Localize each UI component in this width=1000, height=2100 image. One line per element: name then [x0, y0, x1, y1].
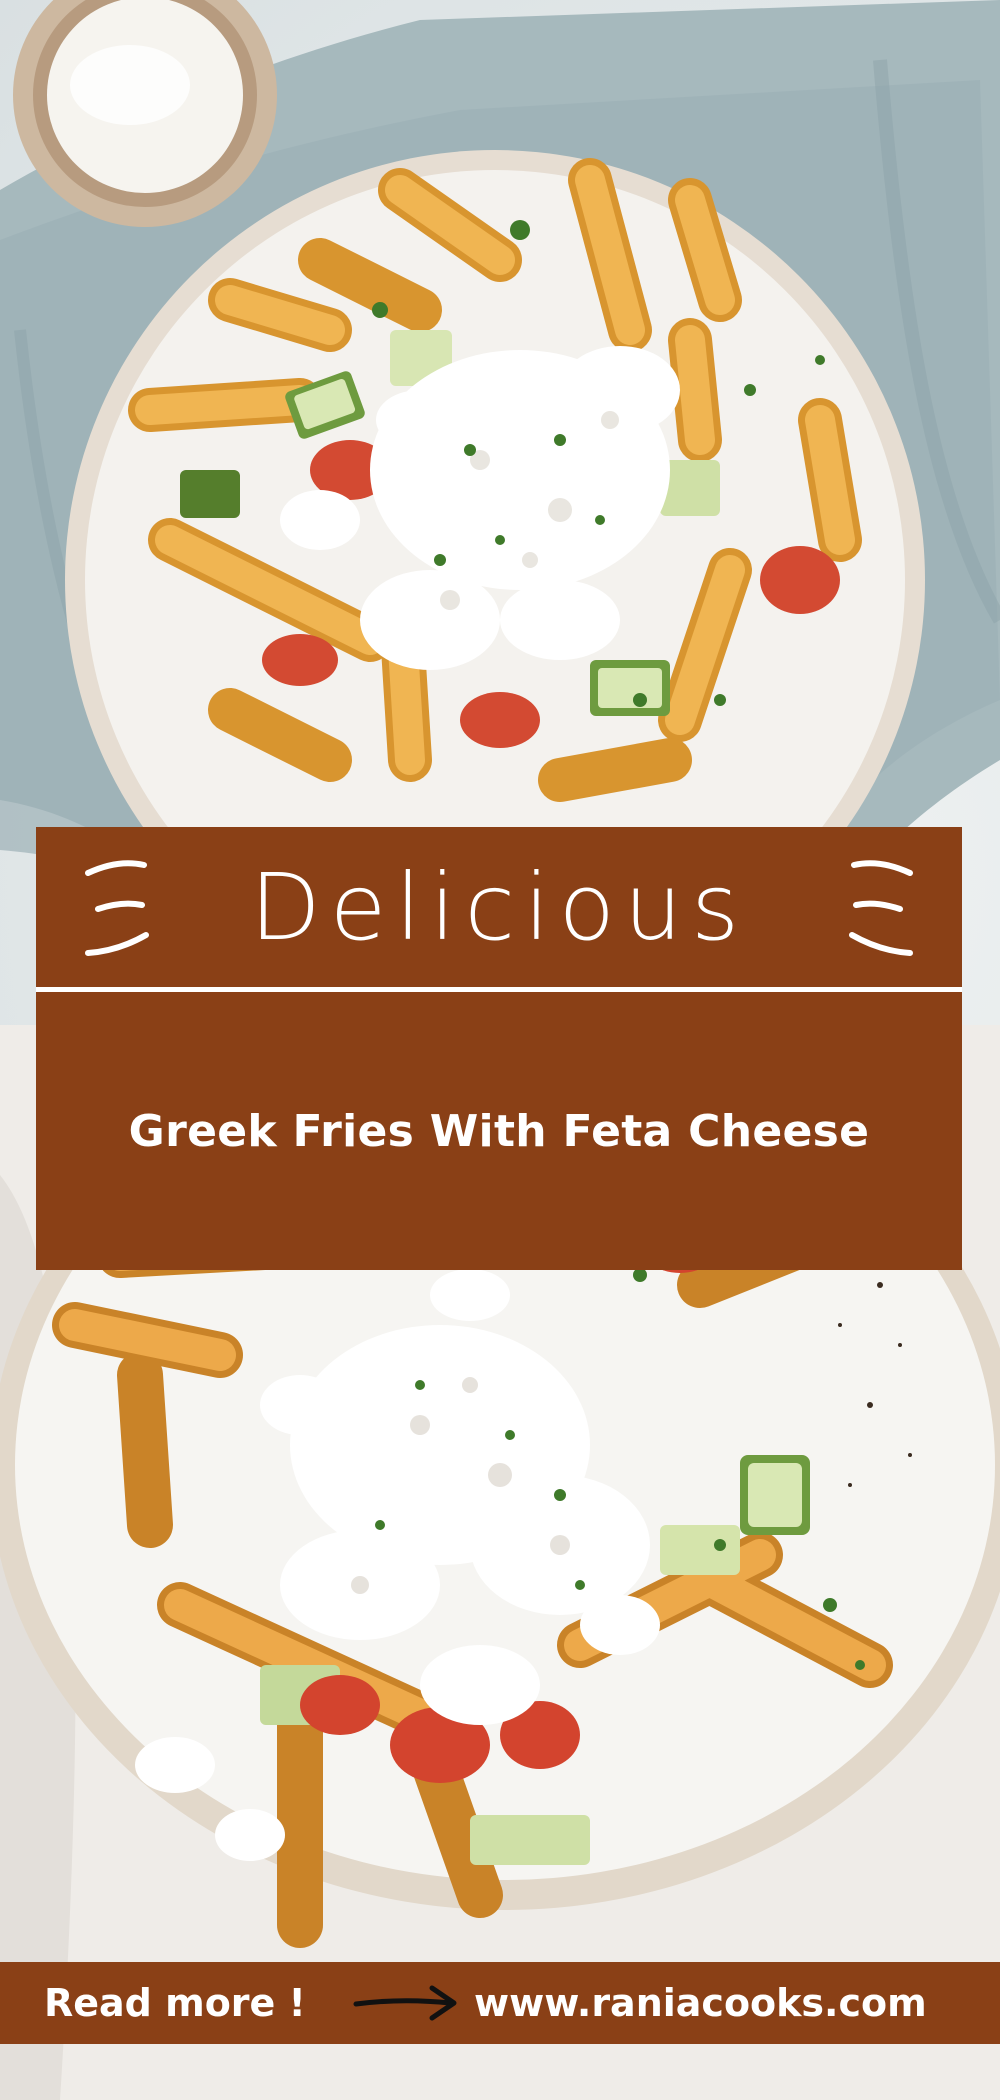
footer-bar[interactable]: Read more ! www.raniacooks.com [0, 1962, 1000, 2044]
website-url-link[interactable]: www.raniacooks.com [474, 1981, 927, 2025]
arrow-right-icon [353, 1985, 457, 2021]
sparkle-swoosh-left-icon [85, 860, 149, 956]
banner-title: Delicious [249, 853, 749, 961]
sparkle-swoosh-right-icon [849, 860, 913, 956]
subtitle-banner: Greek Fries With Feta Cheese [36, 992, 962, 1270]
title-banner: Delicious [36, 827, 962, 987]
recipe-subtitle: Greek Fries With Feta Cheese [128, 1105, 870, 1157]
read-more-link[interactable]: Read more ! [44, 1981, 306, 2025]
